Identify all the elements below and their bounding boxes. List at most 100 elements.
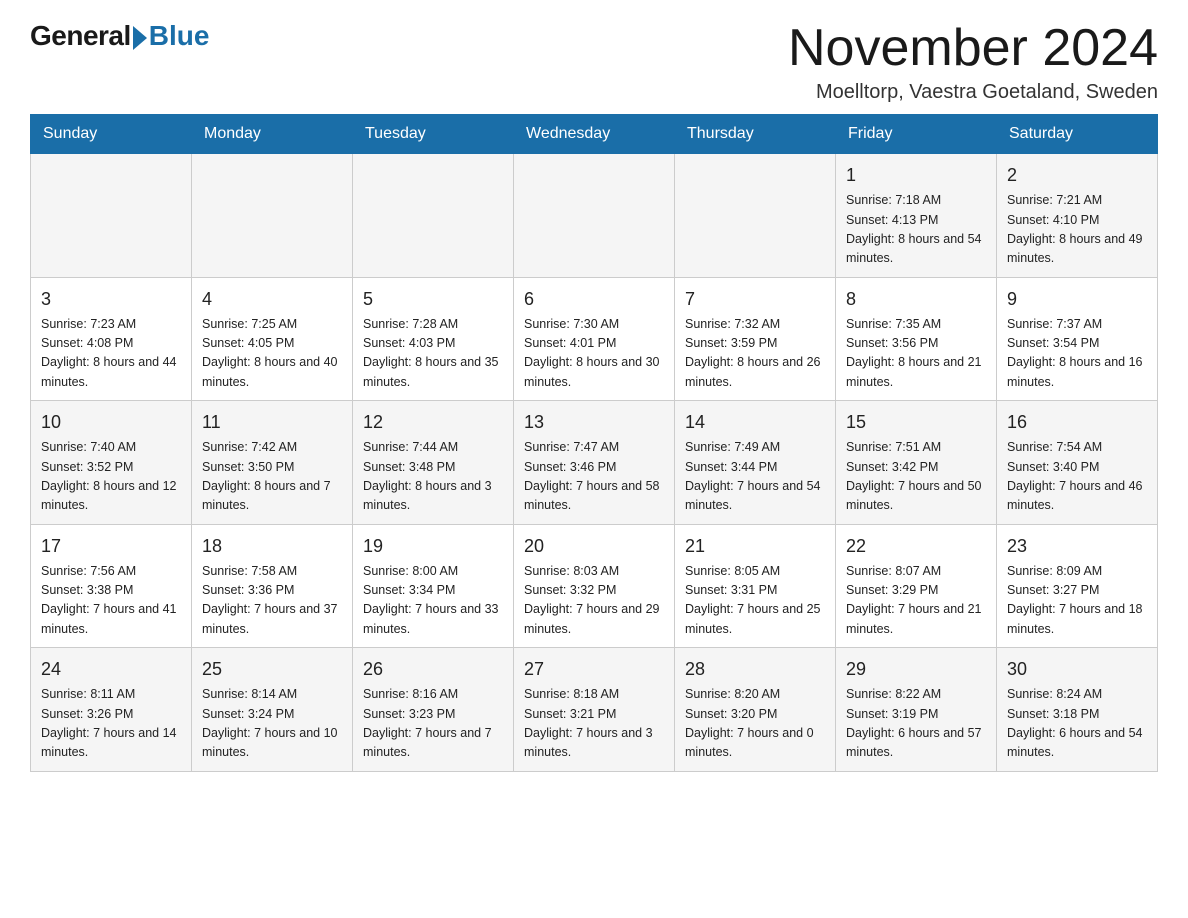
- table-row: 6Sunrise: 7:30 AM Sunset: 4:01 PM Daylig…: [514, 277, 675, 401]
- table-row: 9Sunrise: 7:37 AM Sunset: 3:54 PM Daylig…: [997, 277, 1158, 401]
- table-row: 2Sunrise: 7:21 AM Sunset: 4:10 PM Daylig…: [997, 154, 1158, 278]
- table-row: 15Sunrise: 7:51 AM Sunset: 3:42 PM Dayli…: [836, 401, 997, 525]
- calendar-table: Sunday Monday Tuesday Wednesday Thursday…: [30, 114, 1158, 772]
- day-info: Sunrise: 7:25 AM Sunset: 4:05 PM Dayligh…: [202, 315, 342, 393]
- day-number: 30: [1007, 656, 1147, 683]
- header-monday: Monday: [192, 115, 353, 154]
- table-row: 11Sunrise: 7:42 AM Sunset: 3:50 PM Dayli…: [192, 401, 353, 525]
- table-row: 26Sunrise: 8:16 AM Sunset: 3:23 PM Dayli…: [353, 648, 514, 772]
- header-tuesday: Tuesday: [353, 115, 514, 154]
- day-info: Sunrise: 7:18 AM Sunset: 4:13 PM Dayligh…: [846, 191, 986, 269]
- day-number: 16: [1007, 409, 1147, 436]
- day-number: 21: [685, 533, 825, 560]
- table-row: 23Sunrise: 8:09 AM Sunset: 3:27 PM Dayli…: [997, 524, 1158, 648]
- day-info: Sunrise: 8:18 AM Sunset: 3:21 PM Dayligh…: [524, 685, 664, 763]
- logo: General Blue: [30, 20, 209, 52]
- day-info: Sunrise: 7:56 AM Sunset: 3:38 PM Dayligh…: [41, 562, 181, 640]
- day-info: Sunrise: 8:03 AM Sunset: 3:32 PM Dayligh…: [524, 562, 664, 640]
- table-row: 25Sunrise: 8:14 AM Sunset: 3:24 PM Dayli…: [192, 648, 353, 772]
- day-info: Sunrise: 7:42 AM Sunset: 3:50 PM Dayligh…: [202, 438, 342, 516]
- calendar-week-row: 1Sunrise: 7:18 AM Sunset: 4:13 PM Daylig…: [31, 154, 1158, 278]
- day-info: Sunrise: 7:30 AM Sunset: 4:01 PM Dayligh…: [524, 315, 664, 393]
- table-row: 13Sunrise: 7:47 AM Sunset: 3:46 PM Dayli…: [514, 401, 675, 525]
- day-info: Sunrise: 7:32 AM Sunset: 3:59 PM Dayligh…: [685, 315, 825, 393]
- day-number: 4: [202, 286, 342, 313]
- day-info: Sunrise: 8:20 AM Sunset: 3:20 PM Dayligh…: [685, 685, 825, 763]
- day-number: 25: [202, 656, 342, 683]
- table-row: [192, 154, 353, 278]
- day-number: 1: [846, 162, 986, 189]
- day-number: 13: [524, 409, 664, 436]
- day-number: 26: [363, 656, 503, 683]
- table-row: 5Sunrise: 7:28 AM Sunset: 4:03 PM Daylig…: [353, 277, 514, 401]
- day-number: 5: [363, 286, 503, 313]
- table-row: [514, 154, 675, 278]
- day-number: 9: [1007, 286, 1147, 313]
- table-row: 24Sunrise: 8:11 AM Sunset: 3:26 PM Dayli…: [31, 648, 192, 772]
- day-info: Sunrise: 7:21 AM Sunset: 4:10 PM Dayligh…: [1007, 191, 1147, 269]
- day-number: 17: [41, 533, 181, 560]
- day-number: 7: [685, 286, 825, 313]
- day-info: Sunrise: 7:37 AM Sunset: 3:54 PM Dayligh…: [1007, 315, 1147, 393]
- table-row: 8Sunrise: 7:35 AM Sunset: 3:56 PM Daylig…: [836, 277, 997, 401]
- day-info: Sunrise: 7:54 AM Sunset: 3:40 PM Dayligh…: [1007, 438, 1147, 516]
- day-info: Sunrise: 7:47 AM Sunset: 3:46 PM Dayligh…: [524, 438, 664, 516]
- day-number: 6: [524, 286, 664, 313]
- day-number: 27: [524, 656, 664, 683]
- day-number: 8: [846, 286, 986, 313]
- day-number: 3: [41, 286, 181, 313]
- day-number: 12: [363, 409, 503, 436]
- logo-blue-text: Blue: [149, 20, 210, 52]
- header-thursday: Thursday: [675, 115, 836, 154]
- day-info: Sunrise: 7:51 AM Sunset: 3:42 PM Dayligh…: [846, 438, 986, 516]
- day-number: 18: [202, 533, 342, 560]
- logo-arrow-icon: [133, 26, 147, 50]
- day-number: 22: [846, 533, 986, 560]
- table-row: 10Sunrise: 7:40 AM Sunset: 3:52 PM Dayli…: [31, 401, 192, 525]
- weekday-header-row: Sunday Monday Tuesday Wednesday Thursday…: [31, 115, 1158, 154]
- day-info: Sunrise: 8:00 AM Sunset: 3:34 PM Dayligh…: [363, 562, 503, 640]
- day-info: Sunrise: 7:35 AM Sunset: 3:56 PM Dayligh…: [846, 315, 986, 393]
- table-row: 3Sunrise: 7:23 AM Sunset: 4:08 PM Daylig…: [31, 277, 192, 401]
- month-title: November 2024: [788, 20, 1158, 77]
- table-row: 20Sunrise: 8:03 AM Sunset: 3:32 PM Dayli…: [514, 524, 675, 648]
- table-row: 18Sunrise: 7:58 AM Sunset: 3:36 PM Dayli…: [192, 524, 353, 648]
- day-info: Sunrise: 7:23 AM Sunset: 4:08 PM Dayligh…: [41, 315, 181, 393]
- table-row: 21Sunrise: 8:05 AM Sunset: 3:31 PM Dayli…: [675, 524, 836, 648]
- calendar-week-row: 3Sunrise: 7:23 AM Sunset: 4:08 PM Daylig…: [31, 277, 1158, 401]
- location-title: Moelltorp, Vaestra Goetaland, Sweden: [788, 81, 1158, 104]
- day-number: 20: [524, 533, 664, 560]
- page-header: General Blue November 2024 Moelltorp, Va…: [30, 20, 1158, 104]
- day-info: Sunrise: 7:49 AM Sunset: 3:44 PM Dayligh…: [685, 438, 825, 516]
- header-friday: Friday: [836, 115, 997, 154]
- day-info: Sunrise: 7:40 AM Sunset: 3:52 PM Dayligh…: [41, 438, 181, 516]
- table-row: 4Sunrise: 7:25 AM Sunset: 4:05 PM Daylig…: [192, 277, 353, 401]
- table-row: 1Sunrise: 7:18 AM Sunset: 4:13 PM Daylig…: [836, 154, 997, 278]
- day-number: 2: [1007, 162, 1147, 189]
- header-saturday: Saturday: [997, 115, 1158, 154]
- day-info: Sunrise: 7:58 AM Sunset: 3:36 PM Dayligh…: [202, 562, 342, 640]
- table-row: 27Sunrise: 8:18 AM Sunset: 3:21 PM Dayli…: [514, 648, 675, 772]
- table-row: 7Sunrise: 7:32 AM Sunset: 3:59 PM Daylig…: [675, 277, 836, 401]
- day-number: 29: [846, 656, 986, 683]
- day-info: Sunrise: 8:16 AM Sunset: 3:23 PM Dayligh…: [363, 685, 503, 763]
- day-info: Sunrise: 8:05 AM Sunset: 3:31 PM Dayligh…: [685, 562, 825, 640]
- day-number: 10: [41, 409, 181, 436]
- table-row: 28Sunrise: 8:20 AM Sunset: 3:20 PM Dayli…: [675, 648, 836, 772]
- table-row: 19Sunrise: 8:00 AM Sunset: 3:34 PM Dayli…: [353, 524, 514, 648]
- day-info: Sunrise: 8:07 AM Sunset: 3:29 PM Dayligh…: [846, 562, 986, 640]
- table-row: [31, 154, 192, 278]
- table-row: 17Sunrise: 7:56 AM Sunset: 3:38 PM Dayli…: [31, 524, 192, 648]
- day-number: 15: [846, 409, 986, 436]
- table-row: 29Sunrise: 8:22 AM Sunset: 3:19 PM Dayli…: [836, 648, 997, 772]
- table-row: [675, 154, 836, 278]
- table-row: 22Sunrise: 8:07 AM Sunset: 3:29 PM Dayli…: [836, 524, 997, 648]
- day-number: 23: [1007, 533, 1147, 560]
- day-info: Sunrise: 8:24 AM Sunset: 3:18 PM Dayligh…: [1007, 685, 1147, 763]
- header-sunday: Sunday: [31, 115, 192, 154]
- calendar-week-row: 10Sunrise: 7:40 AM Sunset: 3:52 PM Dayli…: [31, 401, 1158, 525]
- header-wednesday: Wednesday: [514, 115, 675, 154]
- calendar-week-row: 24Sunrise: 8:11 AM Sunset: 3:26 PM Dayli…: [31, 648, 1158, 772]
- day-number: 11: [202, 409, 342, 436]
- table-row: [353, 154, 514, 278]
